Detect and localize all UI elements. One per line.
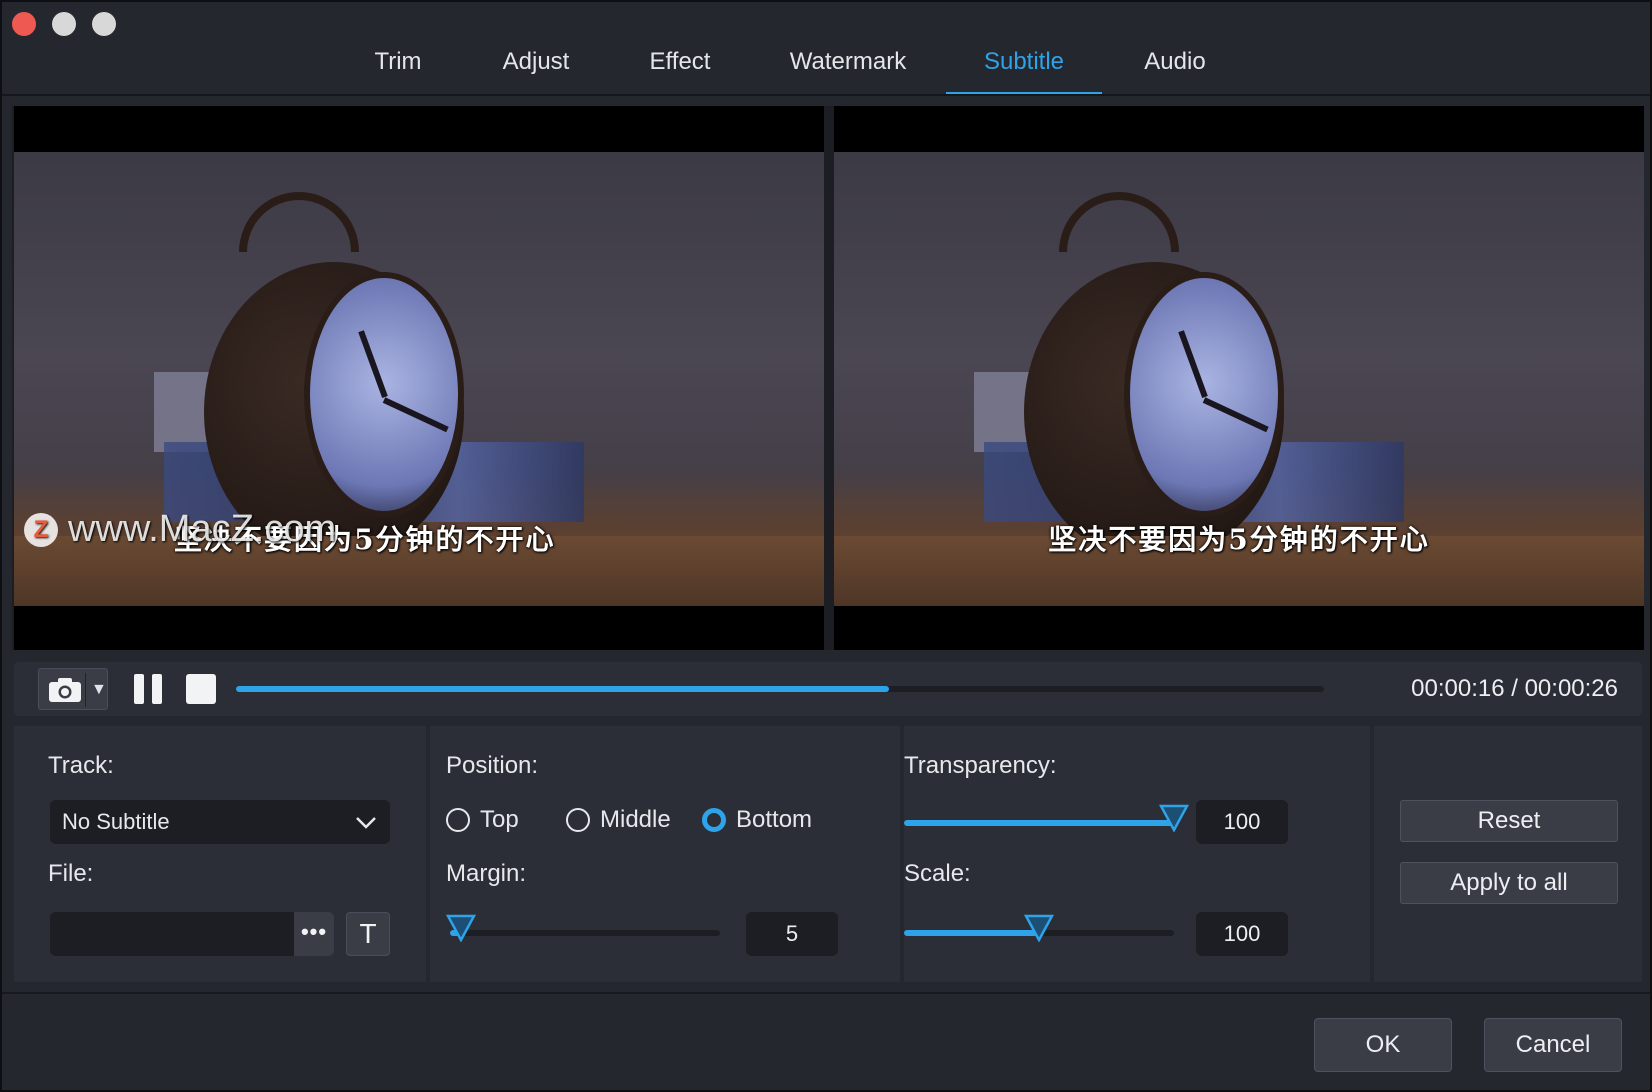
tab-subtitle[interactable]: Subtitle [946, 42, 1102, 96]
pause-button[interactable] [134, 674, 164, 704]
slider-thumb-icon[interactable] [445, 914, 476, 942]
snapshot-dropdown-icon[interactable]: ▼ [91, 677, 107, 703]
position-bottom-radio[interactable]: Bottom [702, 806, 812, 834]
preview-area: 坚决不要因为5分钟的不开心 Z www.MacZ.com 坚决不要因为5分钟的不… [12, 106, 1644, 650]
transparency-value-field[interactable]: 100 [1196, 800, 1288, 844]
scale-label: Scale: [904, 860, 971, 887]
tab-bar: Trim Adjust Effect Watermark Subtitle Au… [2, 42, 1650, 96]
margin-label: Margin: [446, 860, 527, 887]
transparency-slider[interactable] [904, 804, 1189, 832]
radio-selected-icon [702, 808, 726, 832]
camera-icon [49, 678, 81, 702]
current-time: 00:00:16 [1411, 675, 1505, 702]
position-top-radio[interactable]: Top [446, 806, 519, 834]
pause-icon [134, 674, 144, 704]
zoom-window-button[interactable] [92, 12, 116, 36]
playback-progress[interactable] [236, 686, 1324, 692]
file-path-input[interactable] [50, 912, 294, 956]
chevron-down-icon [356, 817, 376, 829]
transparency-label: Transparency: [904, 752, 1057, 779]
margin-value-field[interactable]: 5 [746, 912, 838, 956]
track-value: No Subtitle [62, 809, 170, 834]
tab-watermark[interactable]: Watermark [786, 42, 910, 96]
slider-thumb-icon[interactable] [1024, 914, 1054, 942]
radio-circle-icon [566, 808, 590, 832]
cancel-button[interactable]: Cancel [1484, 1018, 1622, 1072]
reset-button[interactable]: Reset [1400, 800, 1618, 842]
file-label: File: [48, 860, 94, 887]
stop-button[interactable] [186, 674, 216, 704]
snapshot-button[interactable]: ▼ [38, 668, 108, 710]
tab-divider [2, 94, 1650, 96]
scale-value-field[interactable]: 100 [1196, 912, 1288, 956]
output-preview: 坚决不要因为5分钟的不开心 [834, 106, 1644, 650]
position-middle-radio[interactable]: Middle [566, 806, 671, 834]
tab-effect[interactable]: Effect [644, 42, 716, 96]
position-panel: Position: Top Middle Bottom Margin: 5 [430, 726, 900, 982]
scale-slider[interactable] [904, 914, 1174, 942]
playback-bar: ▼ 00:00:16 / 00:00:26 [14, 662, 1642, 716]
track-panel: Track: No Subtitle File: ••• T [14, 726, 426, 982]
watermark: Z www.MacZ.com [24, 508, 336, 551]
minimize-window-button[interactable] [52, 12, 76, 36]
watermark-text: www.MacZ.com [68, 508, 337, 550]
ok-button[interactable]: OK [1314, 1018, 1452, 1072]
video-editor-window: Trim Adjust Effect Watermark Subtitle Au… [0, 0, 1652, 1092]
browse-file-button[interactable]: ••• [294, 912, 334, 956]
progress-fill [236, 686, 889, 692]
radio-circle-icon [446, 808, 470, 832]
subtitle-settings: Track: No Subtitle File: ••• T Position:… [14, 726, 1642, 982]
timecode: 00:00:16 / 00:00:26 [1411, 675, 1618, 702]
actions-panel: Reset Apply to all [1374, 726, 1642, 982]
original-preview: 坚决不要因为5分钟的不开心 Z www.MacZ.com [14, 106, 824, 650]
margin-slider[interactable] [445, 914, 720, 942]
close-window-button[interactable] [12, 12, 36, 36]
tab-audio[interactable]: Audio [1138, 42, 1212, 96]
appearance-panel: Transparency: 100 Scale: 100 [904, 726, 1370, 982]
text-style-button[interactable]: T [346, 912, 390, 956]
track-label: Track: [48, 752, 114, 779]
tab-adjust[interactable]: Adjust [496, 42, 576, 96]
total-time: 00:00:26 [1524, 675, 1618, 702]
output-subtitle-text: 坚决不要因为5分钟的不开心 [1048, 523, 1430, 556]
footer-divider [2, 992, 1650, 994]
apply-to-all-button[interactable]: Apply to all [1400, 862, 1618, 904]
slider-thumb-icon[interactable] [1159, 804, 1189, 832]
position-label: Position: [446, 752, 539, 779]
track-select[interactable]: No Subtitle [50, 800, 390, 844]
tab-trim[interactable]: Trim [368, 42, 428, 96]
watermark-logo-icon: Z [24, 512, 58, 547]
